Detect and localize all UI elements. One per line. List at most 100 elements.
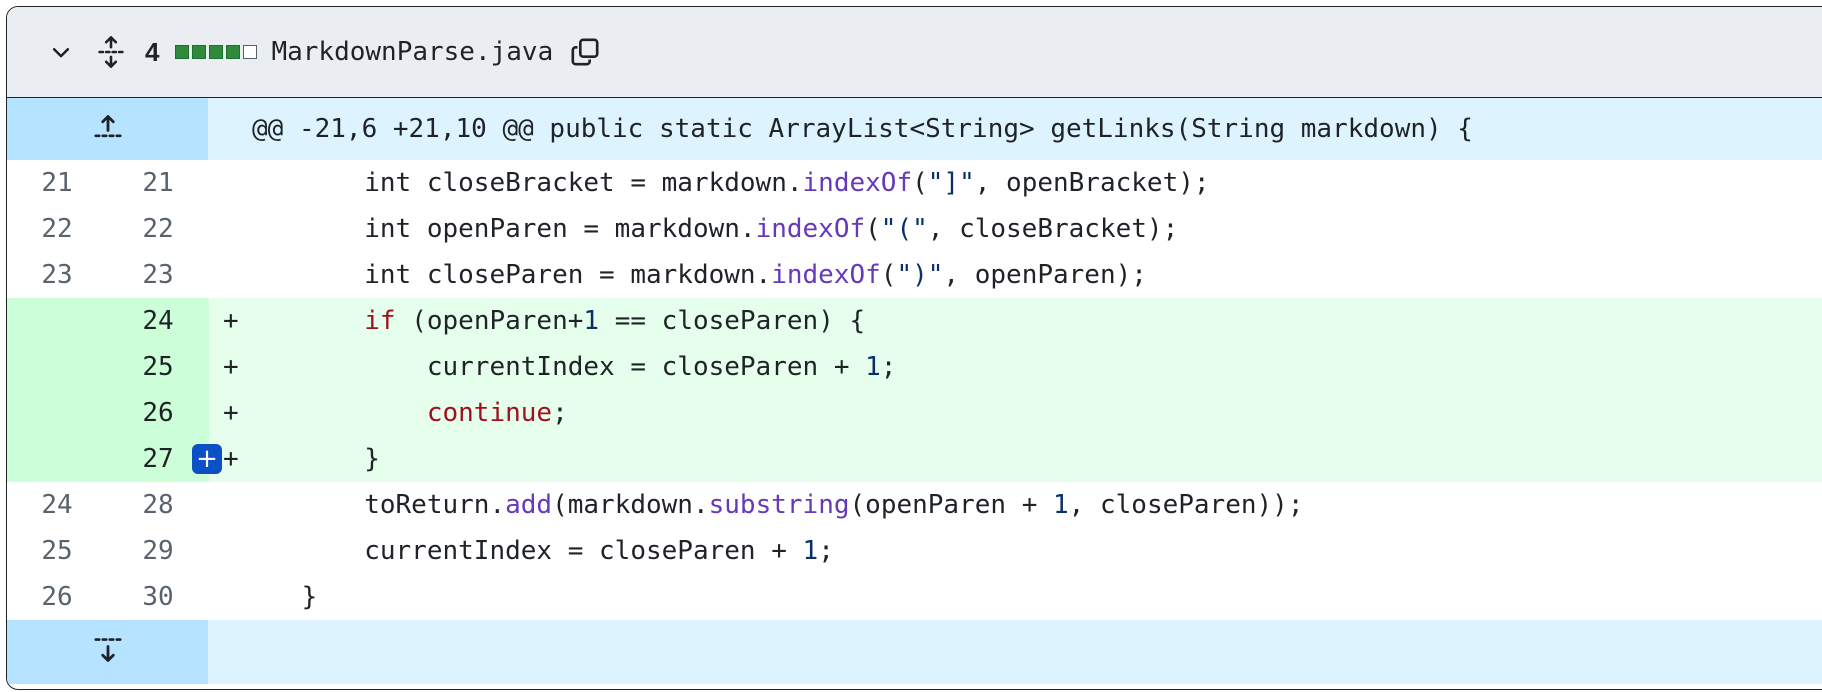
diff-sign: +: [223, 398, 239, 428]
code-token: 1: [1053, 490, 1069, 520]
old-line-number[interactable]: 23: [7, 252, 107, 298]
code-token: }: [239, 582, 318, 612]
new-line-number[interactable]: 26: [107, 390, 209, 436]
code-token: currentIndex = closeParen +: [239, 536, 803, 566]
diff-sign: [209, 574, 239, 620]
diff-sign: +: [223, 306, 239, 336]
chevron-down-icon[interactable]: [49, 40, 73, 64]
code-token: continue: [426, 398, 553, 428]
code-token: , closeParen));: [1068, 490, 1304, 520]
code-token: int closeBracket = markdown.: [239, 168, 803, 198]
code-token: indexOf: [802, 168, 913, 198]
diff-sign: [209, 160, 239, 206]
new-line-number[interactable]: 25: [107, 344, 209, 390]
code-token: (: [865, 214, 881, 244]
old-line-number[interactable]: 21: [7, 160, 107, 206]
new-line-number[interactable]: 21: [107, 160, 209, 206]
code-token: (markdown.: [552, 490, 709, 520]
old-line-number[interactable]: 25: [7, 528, 107, 574]
code-token: add: [505, 490, 553, 520]
new-line-number[interactable]: 24: [107, 298, 209, 344]
expand-up-button[interactable]: [7, 98, 208, 160]
copy-icon[interactable]: [569, 36, 601, 68]
code-token: ;: [880, 352, 897, 382]
expand-down-button[interactable]: [7, 620, 208, 684]
old-line-number[interactable]: [7, 390, 107, 436]
code-token: ")": [896, 260, 944, 290]
code-text: int closeBracket = markdown.indexOf("]",…: [239, 160, 1210, 206]
add-comment-button[interactable]: +: [192, 444, 222, 474]
code-token: toReturn.: [239, 490, 506, 520]
old-line-number[interactable]: 24: [7, 482, 107, 528]
context-line: 24 28 toReturn.add(markdown.substring(ope…: [7, 482, 1822, 528]
code-text: if (openParen+1 == closeParen) {: [239, 298, 865, 344]
new-line-number[interactable]: 22: [107, 206, 209, 252]
diffstat-block-add: [209, 45, 224, 59]
file-header: 4 MarkdownParse.java: [7, 7, 1822, 98]
code-text: continue;: [239, 390, 568, 436]
code-token: if: [364, 306, 396, 336]
code-text: int closeParen = markdown.indexOf(")", o…: [239, 252, 1147, 298]
fold-down-icon: [93, 635, 122, 669]
context-line: 22 22 int openParen = markdown.indexOf("(…: [7, 206, 1822, 252]
changes-count: 4: [145, 36, 160, 67]
old-line-number[interactable]: [7, 436, 107, 482]
diff-sign: [209, 482, 239, 528]
context-line: 26 30 }: [7, 574, 1822, 620]
code-token: }: [239, 444, 380, 474]
code-token: , openParen);: [943, 260, 1147, 290]
diff-sign: [209, 206, 239, 252]
added-line: 25 + currentIndex = closeParen + 1;: [7, 344, 1822, 390]
new-line-number[interactable]: 29: [107, 528, 209, 574]
diff-file: 4 MarkdownParse.java @@ -21,6 +21,10 @@ …: [6, 6, 1822, 690]
code-text: currentIndex = closeParen + 1;: [239, 528, 834, 574]
added-line: 24 + if (openParen+1 == closeParen) {: [7, 298, 1822, 344]
old-line-number[interactable]: 22: [7, 206, 107, 252]
code-token: (openParen +: [849, 490, 1054, 520]
diffstat-block-add: [226, 45, 241, 59]
context-line: 23 23 int closeParen = markdown.indexOf("…: [7, 252, 1822, 298]
code-token: (: [880, 260, 897, 290]
file-name[interactable]: MarkdownParse.java: [271, 37, 553, 67]
code-token: , openBracket);: [974, 168, 1210, 198]
code-token: substring: [708, 490, 850, 520]
expand-bottom-row: [7, 620, 1822, 684]
new-line-number[interactable]: 28: [107, 482, 209, 528]
code-token: 1: [802, 536, 819, 566]
diffstat: [175, 45, 258, 59]
code-token: 1: [865, 352, 881, 382]
diffstat-block-add: [192, 45, 207, 59]
code-token: currentIndex = closeParen +: [239, 352, 866, 382]
new-line-number[interactable]: 30: [107, 574, 209, 620]
old-line-number[interactable]: [7, 344, 107, 390]
old-line-number[interactable]: 26: [7, 574, 107, 620]
new-line-number[interactable]: 23: [107, 252, 209, 298]
code-token: (openParen+: [395, 306, 584, 336]
fold-up-icon: [93, 113, 122, 145]
added-line: 27 + } +: [7, 436, 1822, 482]
code-token: ;: [818, 536, 834, 566]
diff-sign: [209, 252, 239, 298]
context-line: 21 21 int closeBracket = markdown.indexOf…: [7, 160, 1822, 206]
old-line-number[interactable]: [7, 298, 107, 344]
code-token: == closeParen) {: [599, 306, 866, 336]
added-line: 26 + continue;: [7, 390, 1822, 436]
code-token: (: [912, 168, 928, 198]
code-token: int openParen = markdown.: [239, 214, 756, 244]
diffstat-block-add: [175, 45, 190, 59]
unfold-icon[interactable]: [97, 35, 125, 69]
code-token: 1: [583, 306, 600, 336]
diff-sign: +: [223, 352, 239, 382]
hunk-header-text: @@ -21,6 +21,10 @@ public static ArrayLi…: [252, 114, 1473, 144]
hunk-header-row: @@ -21,6 +21,10 @@ public static ArrayLi…: [7, 98, 1822, 160]
diffstat-block-neutral: [243, 45, 258, 59]
code-token: "(": [880, 214, 928, 244]
code-text: toReturn.add(markdown.substring(openPare…: [239, 482, 1303, 528]
context-line: 25 29 currentIndex = closeParen + 1;: [7, 528, 1822, 574]
diff-lines: 21 21 int closeBracket = markdown.indexOf…: [7, 160, 1822, 620]
code-text: int openParen = markdown.indexOf("(", cl…: [239, 206, 1178, 252]
code-text: currentIndex = closeParen + 1;: [239, 344, 897, 390]
code-token: indexOf: [771, 260, 881, 290]
